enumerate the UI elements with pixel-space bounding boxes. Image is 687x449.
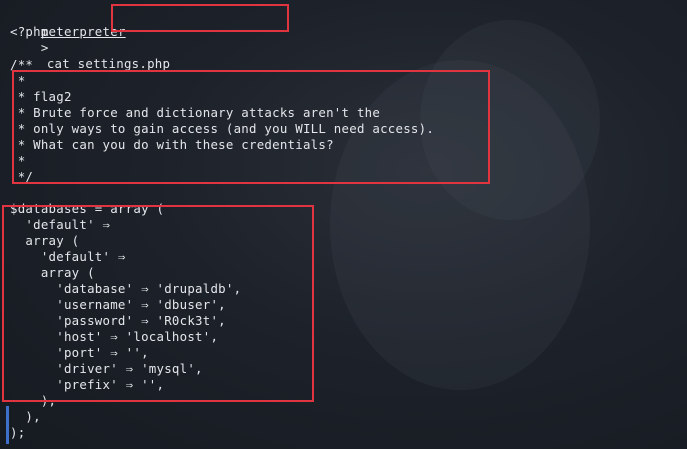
prompt-name: meterpreter — [40, 24, 126, 39]
output-line: /** — [10, 57, 34, 72]
output-line: 'username' ⇒ 'dbuser', — [10, 297, 226, 312]
output-line: 'database' ⇒ 'drupaldb', — [10, 281, 242, 296]
command-text: cat settings.php — [46, 56, 171, 71]
prompt-line: meterpreter > cat settings.php — [10, 8, 170, 71]
output-line: 'port' ⇒ '', — [10, 345, 149, 360]
output-line: * flag2 — [10, 89, 72, 104]
output-line: 'default' ⇒ — [10, 217, 111, 232]
output-line: * — [10, 153, 26, 168]
terminal-window[interactable]: meterpreter > cat settings.php <?php /**… — [0, 0, 687, 449]
output-line: 'default' ⇒ — [10, 249, 126, 264]
output-line: ); — [10, 425, 26, 440]
output-line: 'host' ⇒ 'localhost', — [10, 329, 219, 344]
output-line: 'driver' ⇒ 'mysql', — [10, 361, 203, 376]
output-line: $databases = array ( — [10, 201, 165, 216]
output-line: array ( — [10, 265, 95, 280]
output-line: * What can you do with these credentials… — [10, 137, 334, 152]
gutter-marker — [6, 406, 9, 444]
output-line: * only ways to gain access (and you WILL… — [10, 121, 435, 136]
output-line: ), — [10, 393, 57, 408]
output-line: <?php — [10, 24, 49, 39]
output-line: * — [10, 73, 26, 88]
output-line: * Brute force and dictionary attacks are… — [10, 105, 381, 120]
wallpaper-shape — [420, 20, 600, 220]
output-line: */ — [10, 169, 34, 184]
output-line: 'password' ⇒ 'R0ck3t', — [10, 313, 226, 328]
output-line: ), — [10, 409, 41, 424]
output-line: array ( — [10, 233, 80, 248]
output-line: 'prefix' ⇒ '', — [10, 377, 165, 392]
prompt-separator: > — [40, 40, 49, 55]
